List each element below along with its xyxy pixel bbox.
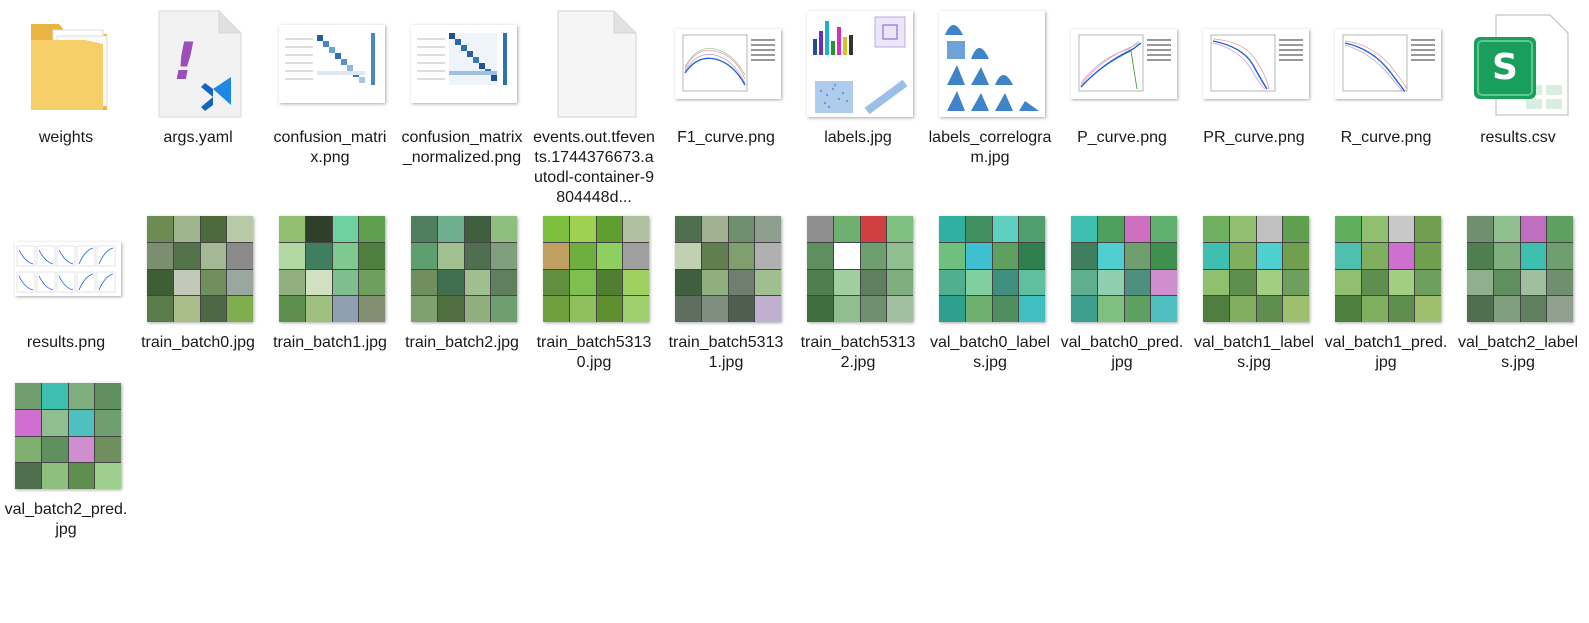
file-item-train-batch1[interactable]: train_batch1.jpg [266,205,394,405]
image-mosaic-thumbnail [542,215,650,323]
file-name: train_batch1.jpg [273,334,387,351]
file-name: F1_curve.png [677,129,775,146]
file-name: weights [38,129,94,146]
file-name: P_curve.png [1077,129,1167,146]
file-name: val_batch0_labels.jpg [929,334,1051,371]
file-name: train_batch53132.jpg [800,334,916,371]
file-name: confusion_matrix.png [273,129,387,166]
file-name: labels.jpg [824,129,892,146]
file-item-train-batch2[interactable]: train_batch2.jpg [398,205,526,405]
file-item-confusion-matrix-normalized[interactable]: confusion_matrix_normalized.png [398,0,526,200]
file-item-val-batch0-pred[interactable]: val_batch0_pred.jpg [1058,205,1186,405]
spreadsheet-icon: S [1466,10,1574,118]
file-name: train_batch53131.jpg [668,334,784,371]
file-name: val_batch1_pred.jpg [1324,334,1448,371]
file-name: val_batch2_pred.jpg [4,501,128,538]
vscode-yaml-icon: ! [146,10,254,118]
file-name: events.out.tfevents.1744376673.autodl-co… [533,129,655,206]
curve-plot-thumbnail [1070,10,1178,118]
file-name: train_batch0.jpg [141,334,255,351]
image-mosaic-thumbnail [674,215,782,323]
file-item-p-curve[interactable]: P_curve.png [1058,0,1186,200]
file-item-weights[interactable]: weights [2,0,130,200]
file-item-labels-correlogram[interactable]: labels_correlogram.jpg [926,0,1054,200]
file-name: val_batch2_labels.jpg [1457,334,1579,371]
image-mosaic-thumbnail [938,215,1046,323]
file-name: results.png [26,334,106,351]
file-item-val-batch1-pred[interactable]: val_batch1_pred.jpg [1322,205,1450,405]
curve-plot-thumbnail [1202,10,1310,118]
file-name: labels_correlogram.jpg [928,129,1052,166]
file-item-pr-curve[interactable]: PR_curve.png [1190,0,1318,200]
file-grid: weights ! args.yaml confusion_matrix.png… [0,0,1589,623]
folder-icon [14,10,122,118]
blank-file-icon [542,10,650,118]
file-name: results.csv [1480,129,1556,146]
file-item-results-csv[interactable]: S results.csv [1454,0,1582,200]
file-item-confusion-matrix[interactable]: confusion_matrix.png [266,0,394,200]
svg-text:S: S [1492,47,1518,88]
image-mosaic-thumbnail [1070,215,1178,323]
file-item-val-batch2-pred[interactable]: val_batch2_pred.jpg [2,372,130,572]
image-mosaic-thumbnail [1334,215,1442,323]
file-item-train-batch53130[interactable]: train_batch53130.jpg [530,205,658,405]
file-item-train-batch53132[interactable]: train_batch53132.jpg [794,205,922,405]
file-name: train_batch2.jpg [405,334,519,351]
file-item-events[interactable]: events.out.tfevents.1744376673.autodl-co… [530,0,658,206]
correlogram-thumbnail [938,10,1046,118]
image-mosaic-thumbnail [806,215,914,323]
file-item-args-yaml[interactable]: ! args.yaml [134,0,262,200]
file-name: val_batch0_pred.jpg [1060,334,1184,371]
file-item-val-batch0-labels[interactable]: val_batch0_labels.jpg [926,205,1054,405]
file-name: confusion_matrix_normalized.png [401,129,523,166]
svg-text:!: ! [173,32,197,92]
image-mosaic-thumbnail [14,382,122,490]
image-mosaic-thumbnail [146,215,254,323]
confusion-matrix-thumbnail [410,10,518,118]
image-mosaic-thumbnail [1466,215,1574,323]
file-item-r-curve[interactable]: R_curve.png [1322,0,1450,200]
file-item-train-batch53131[interactable]: train_batch53131.jpg [662,205,790,405]
confusion-matrix-thumbnail [278,10,386,118]
results-thumbnail [14,215,122,323]
file-name: PR_curve.png [1203,129,1305,146]
image-mosaic-thumbnail [278,215,386,323]
file-item-f1-curve[interactable]: F1_curve.png [662,0,790,200]
image-mosaic-thumbnail [410,215,518,323]
file-name: args.yaml [163,129,233,146]
file-name: train_batch53130.jpg [536,334,652,371]
file-name: val_batch1_labels.jpg [1193,334,1315,371]
curve-plot-thumbnail [674,10,782,118]
file-item-labels[interactable]: labels.jpg [794,0,922,200]
file-item-val-batch1-labels[interactable]: val_batch1_labels.jpg [1190,205,1318,405]
image-mosaic-thumbnail [1202,215,1310,323]
curve-plot-thumbnail [1334,10,1442,118]
file-item-train-batch0[interactable]: train_batch0.jpg [134,205,262,405]
file-item-val-batch2-labels[interactable]: val_batch2_labels.jpg [1454,205,1582,405]
labels-thumbnail [806,10,914,118]
file-name: R_curve.png [1340,129,1432,146]
